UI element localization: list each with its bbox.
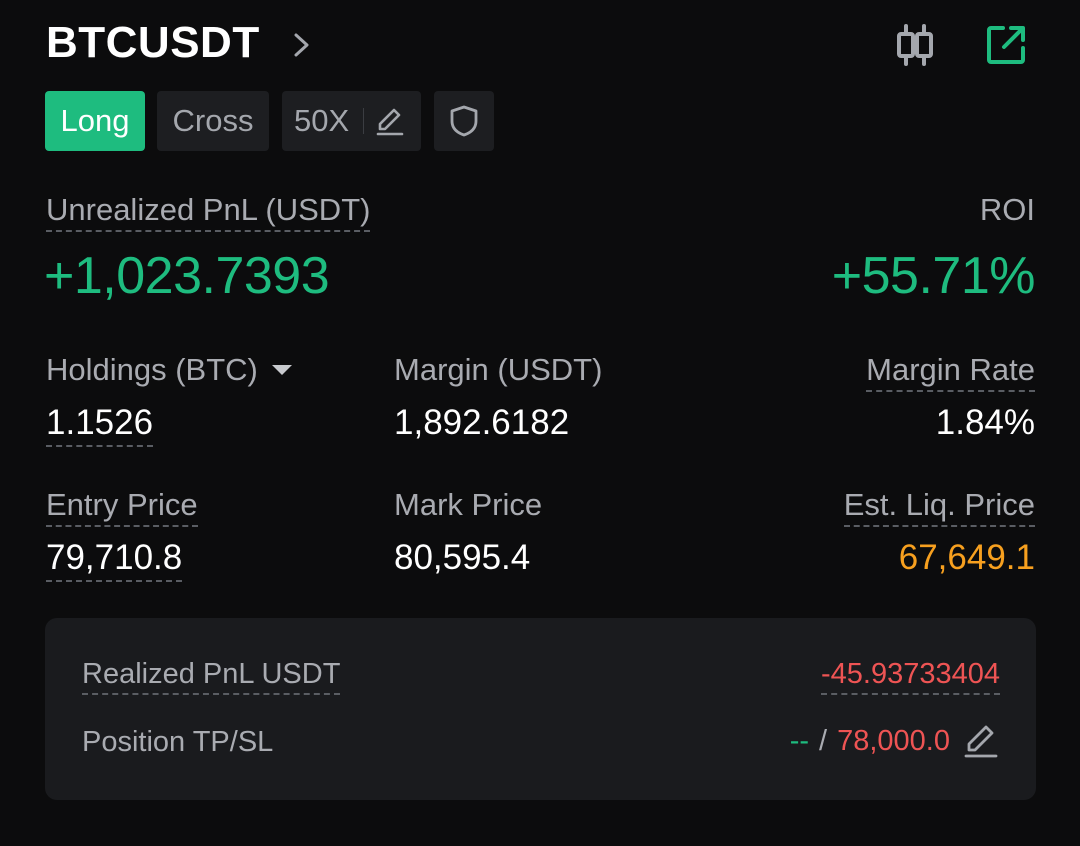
liq-price-value: 67,649.1 [898,538,1035,577]
unrealized-pnl-label[interactable]: Unrealized PnL (USDT) [46,192,371,232]
shield-icon [450,105,478,137]
leverage-button[interactable]: 50X [282,91,421,151]
candlestick-chart-icon[interactable] [892,22,938,68]
entry-price-value[interactable]: 79,710.8 [46,538,183,582]
mark-price-value: 80,595.4 [394,538,531,577]
tpsl-separator: / [819,724,828,757]
liq-price-label[interactable]: Est. Liq. Price [843,487,1035,527]
roi-value: +55.71% [831,247,1036,305]
chevron-right-icon[interactable] [288,30,314,60]
position-tpsl-values[interactable]: -- / 78,000.0 [790,722,1000,760]
realized-pnl-label[interactable]: Realized PnL USDT [82,658,341,695]
edit-pencil-icon [376,108,404,136]
holdings-value[interactable]: 1.1526 [46,403,154,447]
edit-pencil-icon[interactable] [962,722,1000,760]
margin-value: 1,892.6182 [394,403,570,442]
share-external-icon[interactable] [983,22,1029,68]
margin-mode-tag: Cross [157,91,269,151]
holdings-label: Holdings (BTC) [46,352,258,387]
symbol-title[interactable]: BTCUSDT [46,18,260,68]
holdings-selector[interactable]: Holdings (BTC) [46,352,294,388]
leverage-divider [363,108,365,134]
margin-mode-label: Cross [172,103,254,138]
realized-pnl-value: -45.93733404 [821,658,1000,695]
unrealized-pnl-value: +1,023.7393 [44,247,330,305]
side-label: Long [60,103,130,138]
roi-label: ROI [979,192,1035,227]
margin-label: Margin (USDT) [394,352,603,387]
take-profit-value: -- [789,724,810,757]
mark-price-label: Mark Price [394,487,543,522]
stop-loss-value: 78,000.0 [837,724,950,757]
position-tpsl-label: Position TP/SL [82,726,274,758]
margin-rate-label[interactable]: Margin Rate [866,352,1035,392]
leverage-label: 50X [294,103,350,138]
shield-button[interactable] [434,91,494,151]
side-tag-long: Long [45,91,145,151]
entry-price-label[interactable]: Entry Price [46,487,198,527]
caret-down-icon [271,365,292,375]
position-details-card: Realized PnL USDT -45.93733404 Position … [45,618,1036,800]
margin-rate-value: 1.84% [935,403,1035,442]
